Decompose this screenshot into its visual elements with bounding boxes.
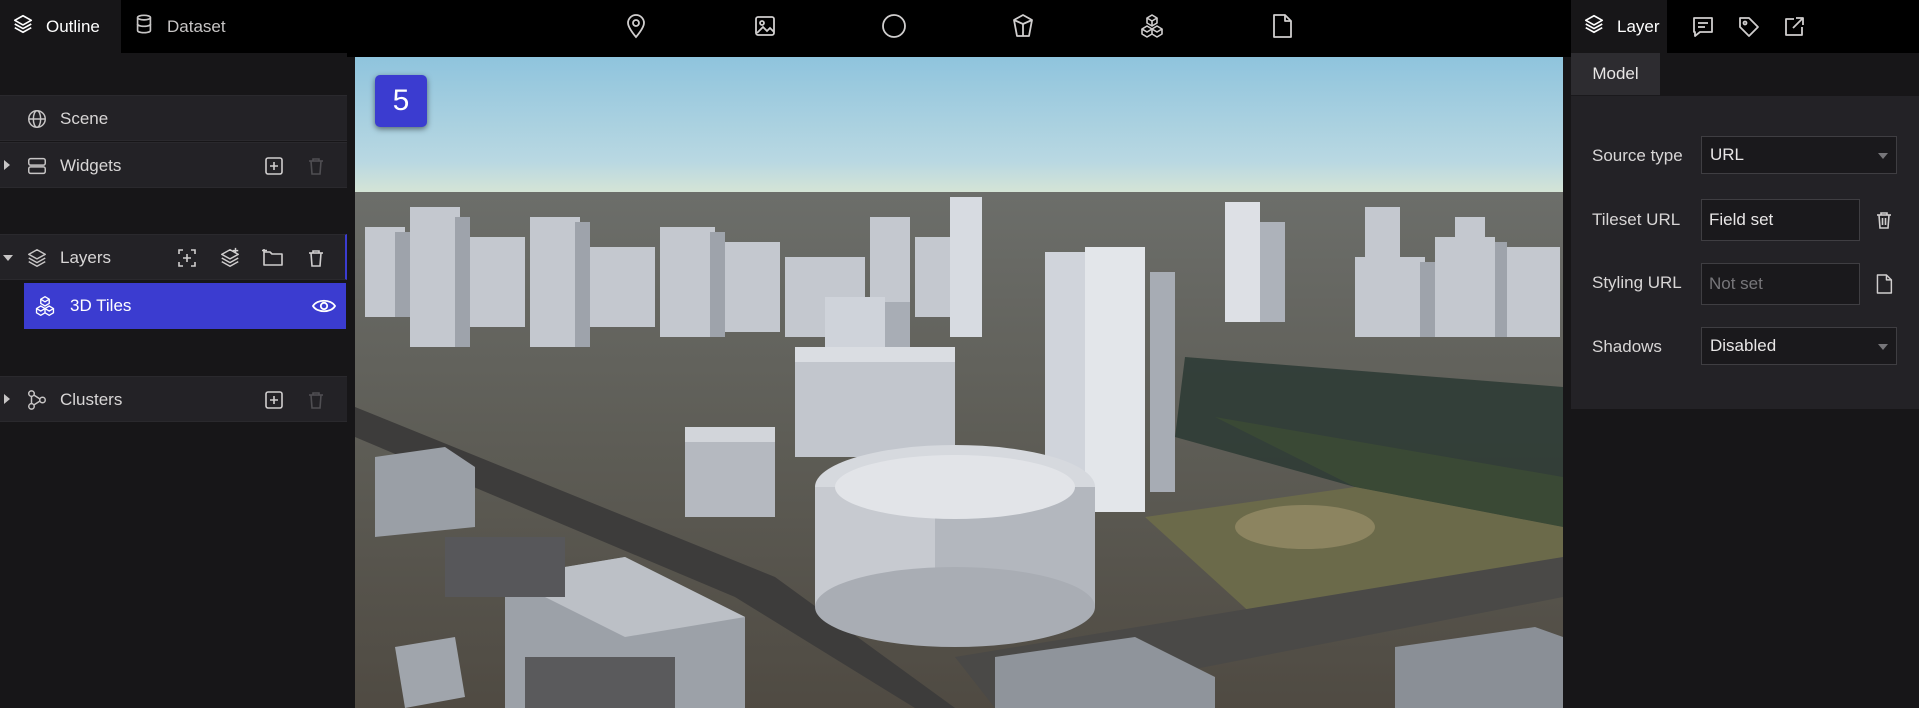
box-icon[interactable] bbox=[1009, 12, 1037, 40]
map-viewport[interactable]: 5 bbox=[355, 57, 1563, 708]
collapse-caret-icon[interactable] bbox=[3, 255, 13, 261]
add-folder-icon[interactable] bbox=[262, 247, 284, 269]
outline-panel: Scene Widgets Layers 3D Tiles Clusters bbox=[0, 53, 347, 708]
styling-url-label: Styling URL bbox=[1592, 273, 1682, 292]
styling-url-placeholder: Not set bbox=[1709, 274, 1763, 293]
step-badge: 5 bbox=[375, 75, 427, 127]
tab-layer[interactable]: Layer bbox=[1571, 0, 1667, 53]
inspector-panel: Model Source type URL Tileset URL Field … bbox=[1571, 53, 1919, 409]
outline-item-layers[interactable]: Layers bbox=[0, 234, 347, 280]
layer-item-label: 3D Tiles bbox=[70, 296, 132, 315]
delete-layer-icon[interactable] bbox=[305, 247, 327, 269]
widgets-label: Widgets bbox=[60, 156, 122, 175]
file-icon[interactable] bbox=[1268, 12, 1296, 40]
clusters-icon bbox=[26, 389, 48, 411]
tab-layer-label: Layer bbox=[1617, 16, 1660, 36]
file-icon[interactable] bbox=[1873, 273, 1895, 295]
add-widget-icon[interactable] bbox=[263, 155, 285, 177]
trash-icon[interactable] bbox=[1873, 209, 1895, 231]
delete-cluster-icon bbox=[305, 389, 327, 411]
clusters-label: Clusters bbox=[60, 390, 123, 409]
chevron-down-icon bbox=[1878, 344, 1888, 350]
city-3d-scene bbox=[355, 57, 1563, 708]
add-infobox-icon[interactable] bbox=[176, 247, 198, 269]
add-layer-icon[interactable] bbox=[219, 247, 241, 269]
tileset-url-label: Tileset URL bbox=[1592, 210, 1681, 229]
source-type-select[interactable]: URL bbox=[1701, 136, 1897, 174]
image-icon[interactable] bbox=[751, 12, 779, 40]
tab-model[interactable]: Model bbox=[1571, 53, 1660, 96]
layers-icon bbox=[12, 13, 34, 40]
shadows-value: Disabled bbox=[1710, 336, 1777, 355]
eye-icon[interactable] bbox=[312, 295, 336, 317]
chevron-down-icon bbox=[1878, 153, 1888, 159]
circle-icon[interactable] bbox=[880, 12, 908, 40]
outline-item-clusters[interactable]: Clusters bbox=[0, 376, 347, 422]
shadows-label: Shadows bbox=[1592, 337, 1662, 356]
tab-outline-label: Outline bbox=[46, 16, 100, 36]
expand-caret-icon[interactable] bbox=[4, 394, 10, 404]
tab-dataset-label: Dataset bbox=[167, 16, 226, 36]
expand-caret-icon[interactable] bbox=[4, 160, 10, 170]
tileset-url-value: Field set bbox=[1709, 210, 1774, 229]
tab-dataset[interactable]: Dataset bbox=[121, 0, 238, 53]
source-type-value: URL bbox=[1710, 145, 1745, 164]
layers-icon bbox=[1583, 13, 1605, 40]
database-icon bbox=[133, 13, 155, 40]
outline-item-widgets[interactable]: Widgets bbox=[0, 142, 347, 188]
widgets-icon bbox=[26, 155, 48, 177]
tag-icon[interactable] bbox=[1736, 14, 1762, 40]
outline-item-scene[interactable]: Scene bbox=[0, 95, 347, 141]
tileset-url-field[interactable]: Field set bbox=[1701, 199, 1860, 241]
top-bar: Outline Dataset Layer bbox=[0, 0, 1919, 57]
export-icon[interactable] bbox=[1781, 14, 1807, 40]
add-cluster-icon[interactable] bbox=[263, 389, 285, 411]
scene-label: Scene bbox=[60, 109, 109, 128]
layers-label: Layers bbox=[60, 248, 112, 267]
shadows-select[interactable]: Disabled bbox=[1701, 327, 1897, 365]
comment-icon[interactable] bbox=[1690, 14, 1716, 40]
globe-icon bbox=[26, 108, 48, 130]
cubes-icon[interactable] bbox=[1138, 12, 1166, 40]
styling-url-field[interactable]: Not set bbox=[1701, 263, 1860, 305]
delete-widget-icon bbox=[305, 155, 327, 177]
source-type-label: Source type bbox=[1592, 146, 1683, 165]
layers-icon bbox=[26, 247, 48, 269]
cubes-icon bbox=[34, 295, 56, 317]
map-pin-icon[interactable] bbox=[622, 12, 650, 40]
layer-item-3d-tiles[interactable]: 3D Tiles bbox=[24, 283, 346, 329]
tab-outline[interactable]: Outline bbox=[0, 0, 121, 53]
